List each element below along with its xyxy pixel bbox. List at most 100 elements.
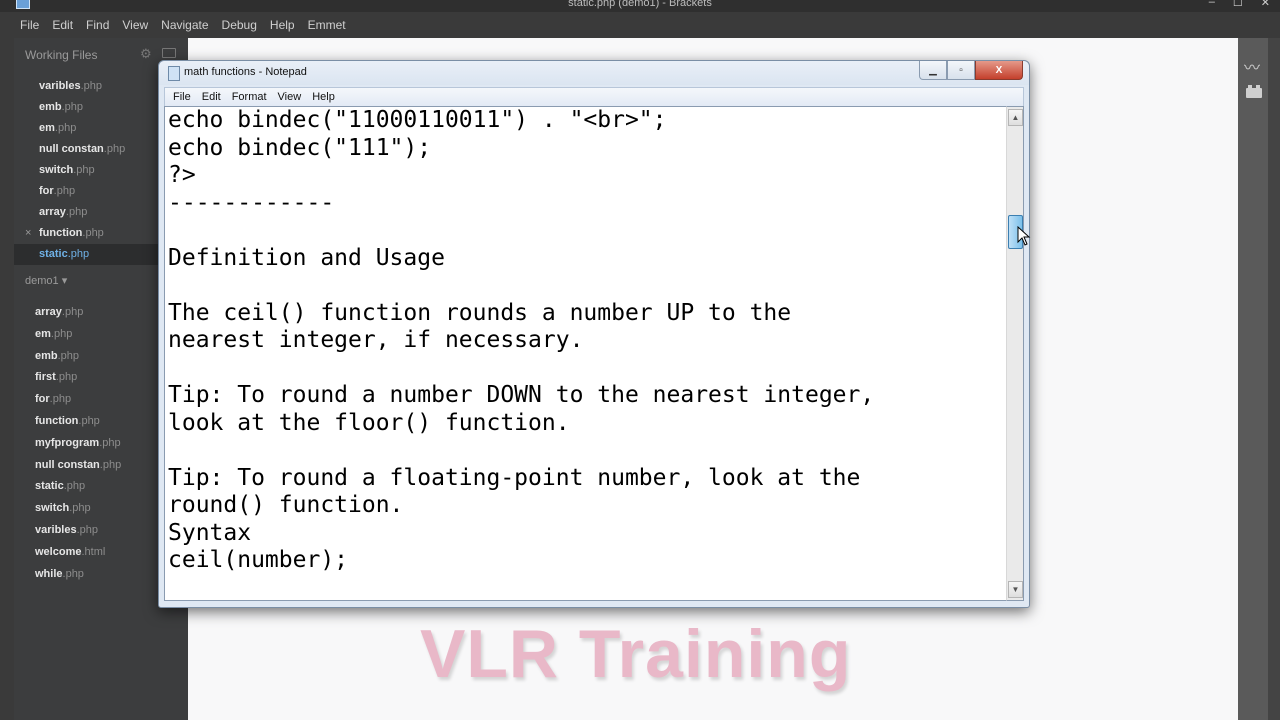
scroll-up-arrow-icon[interactable]: ▲ bbox=[1008, 109, 1023, 126]
file-name: varibles bbox=[35, 523, 77, 536]
file-name: function bbox=[35, 414, 79, 427]
file-extension: .php bbox=[54, 122, 77, 134]
notepad-title: math functions - Notepad bbox=[184, 66, 307, 78]
notepad-vertical-scrollbar[interactable]: ▲ ▼ bbox=[1006, 106, 1024, 601]
file-extension: .php bbox=[57, 349, 80, 362]
file-name: null constan bbox=[35, 458, 100, 471]
file-extension: .php bbox=[82, 227, 104, 239]
notepad-menu-edit[interactable]: Edit bbox=[202, 91, 221, 103]
file-name: em bbox=[39, 122, 55, 134]
sidebar-edge bbox=[0, 38, 14, 720]
notepad-maximize-button[interactable]: ▫ bbox=[947, 61, 975, 80]
file-extension: .php bbox=[63, 480, 86, 493]
notepad-menubar: File Edit Format View Help bbox=[164, 87, 1024, 107]
notepad-text-area[interactable]: echo bindec("11000110011") . "<br>"; echo… bbox=[164, 106, 1007, 601]
text-line bbox=[165, 355, 1007, 383]
text-line: ------------ bbox=[168, 189, 335, 216]
file-name: for bbox=[35, 393, 50, 406]
text-line: look at the floor() function. bbox=[168, 409, 570, 436]
file-extension: .php bbox=[78, 414, 100, 427]
right-toolbar bbox=[1238, 38, 1268, 720]
file-extension: .php bbox=[103, 143, 126, 155]
text-line: Definition and Usage bbox=[168, 244, 445, 271]
close-button[interactable]: ✕ bbox=[1261, 0, 1270, 9]
file-name: em bbox=[35, 327, 51, 340]
notepad-menu-file[interactable]: File bbox=[173, 91, 191, 103]
text-line: nearest integer, if necessary. bbox=[168, 327, 584, 353]
file-name: welcome bbox=[35, 545, 82, 558]
notepad-menu-format[interactable]: Format bbox=[232, 91, 267, 103]
file-name: array bbox=[39, 206, 66, 218]
menu-file[interactable]: File bbox=[20, 18, 39, 32]
file-name: array bbox=[35, 306, 62, 318]
file-extension: .php bbox=[55, 371, 78, 384]
file-name: switch bbox=[35, 502, 70, 515]
text-line bbox=[165, 437, 1007, 465]
file-name: static bbox=[35, 480, 64, 493]
notepad-window: math functions - Notepad ▁ ▫ X File Edit… bbox=[158, 60, 1030, 608]
file-name: myfprogram bbox=[35, 436, 100, 449]
file-extension: .html bbox=[81, 545, 106, 558]
text-line: echo bindec("111"); bbox=[168, 134, 432, 161]
file-name: emb bbox=[39, 101, 62, 113]
notepad-icon bbox=[168, 66, 180, 81]
notepad-menu-help[interactable]: Help bbox=[312, 91, 335, 103]
file-name: emb bbox=[35, 349, 58, 362]
text-line bbox=[165, 217, 1007, 245]
file-extension: .php bbox=[99, 458, 122, 471]
file-extension: .php bbox=[65, 206, 88, 218]
file-extension: .php bbox=[67, 248, 90, 260]
text-line: echo bindec("11000110011") . "<br>"; bbox=[168, 107, 667, 133]
file-name: static bbox=[39, 248, 68, 260]
file-name: null constan bbox=[39, 143, 104, 155]
file-extension: .php bbox=[50, 327, 73, 340]
file-extension: .php bbox=[80, 80, 103, 92]
notepad-title-bar[interactable]: math functions - Notepad ▁ ▫ X bbox=[159, 61, 1029, 85]
live-preview-icon[interactable]: 〰 bbox=[1244, 54, 1260, 78]
brackets-menubar: File Edit Find View Navigate Debug Help … bbox=[0, 12, 1280, 38]
maximize-button[interactable]: ☐ bbox=[1233, 0, 1243, 9]
file-extension: .php bbox=[99, 436, 121, 449]
file-extension: .php bbox=[62, 567, 84, 580]
file-extension: .php bbox=[73, 164, 95, 176]
text-line: Tip: To round a floating-point number, l… bbox=[168, 464, 861, 491]
text-line: The ceil() function rounds a number UP t… bbox=[168, 299, 792, 326]
menu-view[interactable]: View bbox=[122, 18, 148, 32]
scroll-down-arrow-icon[interactable]: ▼ bbox=[1008, 581, 1023, 598]
file-extension: .php bbox=[53, 185, 76, 197]
minimize-button[interactable]: – bbox=[1209, 0, 1215, 9]
watermark: VLR Training bbox=[420, 616, 852, 692]
file-extension: .php bbox=[69, 502, 91, 515]
brackets-title-bar: static.php (demo1) - Brackets – ☐ ✕ bbox=[0, 0, 1280, 12]
text-line: ?> bbox=[168, 162, 196, 188]
text-line: Tip: To round a number DOWN to the neare… bbox=[168, 382, 875, 408]
menu-debug[interactable]: Debug bbox=[222, 18, 257, 32]
text-line: Syntax bbox=[168, 519, 252, 546]
working-files-header: Working Files bbox=[25, 48, 98, 62]
right-edge bbox=[1268, 38, 1280, 720]
notepad-menu-view[interactable]: View bbox=[278, 91, 302, 103]
project-dropdown[interactable]: demo1 ▾ bbox=[25, 274, 67, 287]
menu-emmet[interactable]: Emmet bbox=[308, 18, 346, 32]
text-line: ceil(number); bbox=[168, 547, 349, 573]
file-extension: .php bbox=[61, 101, 84, 113]
menu-navigate[interactable]: Navigate bbox=[161, 18, 208, 32]
window-title: static.php (demo1) - Brackets bbox=[568, 0, 712, 9]
file-name: function bbox=[39, 227, 83, 239]
gear-icon[interactable]: ⚙ bbox=[140, 46, 152, 62]
notepad-minimize-button[interactable]: ▁ bbox=[919, 61, 947, 80]
menu-find[interactable]: Find bbox=[86, 18, 109, 32]
menu-edit[interactable]: Edit bbox=[52, 18, 73, 32]
menu-help[interactable]: Help bbox=[270, 18, 295, 32]
file-name: for bbox=[39, 185, 54, 197]
file-extension: .php bbox=[76, 523, 99, 536]
close-file-icon[interactable]: × bbox=[25, 223, 31, 244]
file-name: switch bbox=[39, 164, 74, 176]
extension-manager-icon[interactable] bbox=[1246, 85, 1262, 98]
file-name: first bbox=[35, 371, 56, 384]
file-extension: .php bbox=[61, 306, 84, 318]
text-line bbox=[165, 272, 1007, 300]
split-view-icon[interactable] bbox=[162, 48, 176, 58]
file-extension: .php bbox=[49, 393, 72, 406]
notepad-close-button[interactable]: X bbox=[975, 61, 1023, 80]
